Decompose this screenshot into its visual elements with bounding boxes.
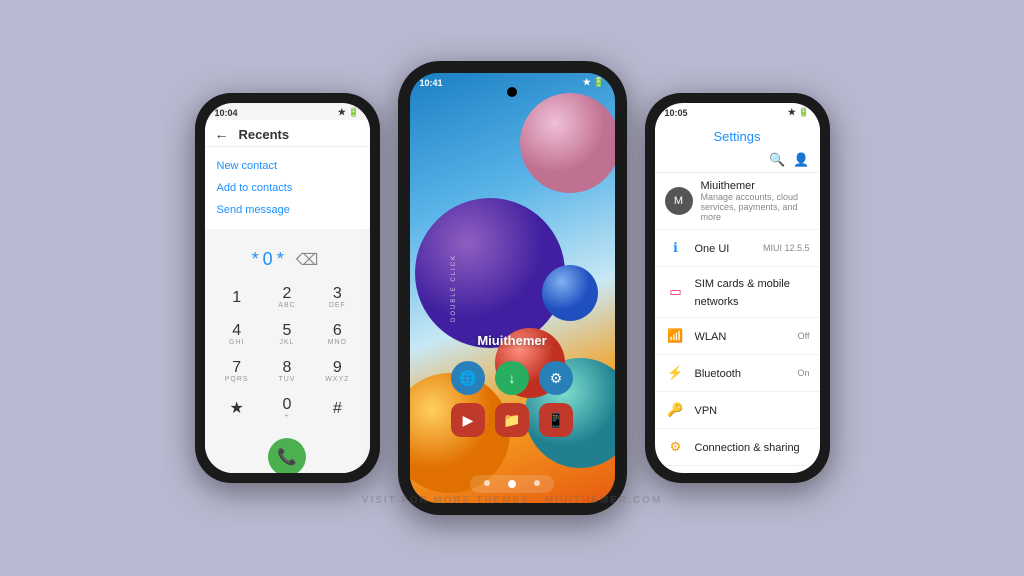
- wlan-badge: Off: [798, 331, 810, 341]
- dock-dot-active: [508, 480, 516, 488]
- bluetooth-text: Bluetooth: [695, 364, 790, 382]
- dial-key-7[interactable]: 7PQRS: [213, 354, 261, 389]
- one-ui-text: One UI: [695, 239, 755, 257]
- connection-text: Connection & sharing: [695, 438, 810, 456]
- connection-label: Connection & sharing: [695, 442, 800, 454]
- dial-key-0[interactable]: 0+: [263, 391, 311, 426]
- center-phone: 10:41 ★ 🔋 DOUBLE CLICK Miuithemer 🌐 ↓ ⚙ …: [398, 61, 627, 515]
- dialer-value: *0*: [252, 249, 288, 270]
- settings-header: Settings: [655, 120, 820, 150]
- dial-key-6[interactable]: 6MNO: [313, 317, 361, 352]
- recents-header: ← Recents: [205, 120, 370, 147]
- dial-key-4[interactable]: 4GHI: [213, 317, 261, 352]
- wallpaper-svg: [410, 73, 615, 503]
- right-time: 10:05: [665, 108, 688, 118]
- settings-item-wlan[interactable]: 📶 WLAN Off: [655, 318, 820, 355]
- new-contact-link[interactable]: New contact: [217, 155, 358, 177]
- connection-icon: ⚙: [665, 436, 687, 458]
- settings-item-wallpaper[interactable]: 🌸 Wallpaper & personalization: [655, 466, 820, 473]
- right-status-icons: ★ 🔋: [788, 107, 810, 118]
- settings-title: Settings: [714, 129, 761, 144]
- dial-key-1[interactable]: 1: [213, 280, 261, 315]
- info-icon: ℹ: [665, 237, 687, 259]
- dial-bottom: 📞: [205, 430, 370, 473]
- settings-item-connection[interactable]: ⚙ Connection & sharing: [655, 429, 820, 466]
- center-time: 10:41: [420, 78, 443, 88]
- bluetooth-badge: On: [797, 368, 809, 378]
- dial-grid: 1 2ABC 3DEF 4GHI 5JKL 6MNO 7PQRS 8TUV 9W…: [205, 276, 370, 430]
- dialer-section: *0* ⌫ 1 2ABC 3DEF 4GHI 5JKL 6MNO 7PQRS 8…: [205, 229, 370, 473]
- account-text: Miuithemer Manage accounts, cloud servic…: [701, 180, 810, 222]
- center-status-bar: 10:41 ★ 🔋: [410, 73, 615, 90]
- home-dock: [470, 475, 554, 493]
- add-to-contacts-link[interactable]: Add to contacts: [217, 177, 358, 199]
- dial-key-3[interactable]: 3DEF: [313, 280, 361, 315]
- dial-key-2[interactable]: 2ABC: [263, 280, 311, 315]
- wlan-icon: 📶: [665, 325, 687, 347]
- bluetooth-label: Bluetooth: [695, 368, 741, 380]
- recents-title: Recents: [239, 127, 290, 142]
- dial-key-5[interactable]: 5JKL: [263, 317, 311, 352]
- left-status-icons: ★ 🔋: [338, 107, 360, 118]
- one-ui-badge: MIUI 12.5.5: [763, 243, 810, 253]
- dock-dot-3: [534, 480, 540, 486]
- sim-label: SIM cards & mobile networks: [695, 278, 790, 308]
- settings-item-one-ui[interactable]: ℹ One UI MIUI 12.5.5: [655, 230, 820, 267]
- account-icon[interactable]: 👤: [793, 152, 809, 168]
- vpn-text: VPN: [695, 401, 810, 419]
- center-status-icons: ★ 🔋: [583, 77, 605, 88]
- screen-recorder-app-icon[interactable]: 📱: [539, 403, 573, 437]
- settings-item-account[interactable]: M Miuithemer Manage accounts, cloud serv…: [655, 173, 820, 230]
- account-name: Miuithemer: [701, 180, 810, 192]
- send-message-link[interactable]: Send message: [217, 199, 358, 221]
- miremote-app-icon[interactable]: ⚙: [539, 361, 573, 395]
- home-apps-row-1: ▶ 📁 📱: [451, 403, 573, 437]
- dock-dot-1: [484, 480, 490, 486]
- settings-item-sim[interactable]: ▭ SIM cards & mobile networks: [655, 267, 820, 318]
- recorder-app-icon[interactable]: ▶: [451, 403, 485, 437]
- home-apps-row-2: 🌐 ↓ ⚙: [451, 361, 573, 395]
- left-status-bar: 10:04 ★ 🔋: [205, 103, 370, 120]
- dial-key-8[interactable]: 8TUV: [263, 354, 311, 389]
- double-click-label: DOUBLE CLICK: [451, 254, 457, 322]
- bluetooth-icon: ⚡: [665, 362, 687, 384]
- avatar: M: [665, 187, 693, 215]
- vpn-icon: 🔑: [665, 399, 687, 421]
- one-ui-label: One UI: [695, 243, 730, 255]
- downloads-app-icon[interactable]: ↓: [495, 361, 529, 395]
- dial-key-star[interactable]: ★: [213, 391, 261, 426]
- recents-actions: New contact Add to contacts Send message: [205, 147, 370, 229]
- right-phone: 10:05 ★ 🔋 Settings 🔍 👤 M Miuithemer Mana…: [645, 93, 830, 483]
- vpn-label: VPN: [695, 405, 718, 417]
- settings-item-bluetooth[interactable]: ⚡ Bluetooth On: [655, 355, 820, 392]
- dialer-display: *0* ⌫: [205, 243, 370, 276]
- right-status-bar: 10:05 ★ 🔋: [655, 103, 820, 120]
- sim-icon: ▭: [665, 281, 687, 303]
- browser-app-icon[interactable]: 🌐: [451, 361, 485, 395]
- wlan-text: WLAN: [695, 327, 790, 345]
- wlan-label: WLAN: [695, 331, 727, 343]
- account-sub: Manage accounts, cloud services, payment…: [701, 192, 810, 222]
- left-phone: 10:04 ★ 🔋 ← Recents New contact Add to c…: [195, 93, 380, 483]
- backspace-icon[interactable]: ⌫: [296, 250, 323, 270]
- sim-text: SIM cards & mobile networks: [695, 274, 810, 310]
- file-manager-app-icon[interactable]: 📁: [495, 403, 529, 437]
- dial-key-9[interactable]: 9WXYZ: [313, 354, 361, 389]
- call-button[interactable]: 📞: [268, 438, 306, 473]
- back-icon[interactable]: ←: [215, 126, 229, 142]
- settings-toolbar: 🔍 👤: [655, 150, 820, 173]
- search-icon[interactable]: 🔍: [769, 152, 785, 168]
- home-brand-label: Miuithemer: [477, 333, 546, 348]
- dial-key-hash[interactable]: #: [313, 391, 361, 426]
- left-time: 10:04: [215, 108, 238, 118]
- settings-item-vpn[interactable]: 🔑 VPN: [655, 392, 820, 429]
